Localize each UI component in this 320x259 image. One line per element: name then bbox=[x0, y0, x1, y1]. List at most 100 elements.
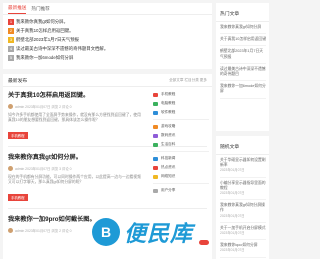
news-item[interactable]: 4 读过最美古诗中深深不遗憾的奇伟题目文档解。 bbox=[8, 44, 212, 53]
news-item-title[interactable]: 读过最美古诗中深深不遗憾的奇伟题目文档解。 bbox=[16, 44, 108, 53]
feed-title: 最新发布 bbox=[8, 78, 28, 84]
rank-badge: 2 bbox=[8, 27, 14, 34]
article-meta: admin 2023年01月07日 浏览 2 评论 0 bbox=[8, 104, 143, 109]
category-tag[interactable]: 手机教程 bbox=[8, 131, 28, 139]
hot-item[interactable]: 关于真我10怎样启用返回键 bbox=[220, 34, 266, 47]
news-item[interactable]: 2 关于真我10怎样启用返回键。 bbox=[8, 26, 212, 35]
random-item-title[interactable]: 关于华硕显示器如何设置刷新率 bbox=[220, 158, 266, 167]
article-excerpt: 现在的手机都有分屏功能，可以同时操作两个应用，以此提高一边与一边看视频又可以打字… bbox=[8, 175, 141, 185]
category-icon bbox=[153, 188, 158, 193]
hot-list: 我来教你真我gt如何分屏 关于真我10怎样启用返回键 鹤壁北部2023年1月7日… bbox=[216, 22, 269, 99]
category-label[interactable]: 网络知识 bbox=[161, 174, 175, 179]
random-item[interactable]: 小编分享显示器指导里面的教程 2023年01月07日 bbox=[220, 178, 266, 201]
news-item-title[interactable]: 关于真我10怎样启用返回键。 bbox=[16, 26, 74, 35]
category-label[interactable]: 科技新闻 bbox=[161, 156, 175, 161]
avatar bbox=[8, 166, 13, 171]
hot-item[interactable]: 我来教你真我gt如何分屏 bbox=[220, 22, 266, 35]
random-item-date: 2023年01月07日 bbox=[220, 168, 245, 173]
watermark: B 便民库 bbox=[92, 216, 193, 248]
article-excerpt: 如今许多手机都使用了全面屏手势来操作，就没有那么方便找到返回键了，使用真我10的… bbox=[8, 113, 141, 123]
random-item-title[interactable]: 小编分享显示器指导里面的教程 bbox=[220, 181, 266, 190]
watermark-text: 便民库 bbox=[124, 221, 194, 246]
news-tabs: 最新推送 热门推荐 bbox=[3, 3, 212, 15]
category-tag[interactable]: 手机教程 bbox=[8, 193, 28, 201]
category-icon bbox=[153, 156, 158, 161]
category-icon bbox=[153, 142, 158, 147]
random-item-title[interactable]: 我来教你iqoo如何分屏 bbox=[220, 243, 258, 247]
news-item[interactable]: 3 鹤壁北部2023年1月7日天气预报 bbox=[8, 35, 212, 44]
category-label[interactable]: 游戏攻略 bbox=[161, 124, 175, 129]
category-icon bbox=[153, 101, 158, 106]
article-meta-text: admin 2023年01月07日 浏览 2 评论 0 bbox=[15, 105, 72, 109]
divider bbox=[153, 119, 209, 120]
hot-item[interactable]: 读过最美古诗中深深不遗憾的奇伟题目 bbox=[220, 64, 266, 82]
feed-header: 最新发布 全部文章 栏目分类 更多 bbox=[3, 74, 212, 87]
category-icon bbox=[153, 92, 158, 97]
category-item[interactable]: 手机教程 bbox=[153, 90, 209, 99]
article-meta-text: admin 2023年01月07日 浏览 3 评论 0 bbox=[15, 167, 72, 171]
category-item[interactable]: 游戏攻略 bbox=[153, 122, 209, 131]
random-item-date: 2023年01月07日 bbox=[220, 248, 245, 253]
hot-title: 热门文章 bbox=[216, 3, 269, 22]
article-title[interactable]: 关于真我10怎样启用返回键。 bbox=[8, 92, 143, 100]
avatar bbox=[8, 104, 13, 109]
category-icon bbox=[153, 165, 158, 170]
hot-item[interactable]: 我来教你一加6mode如何分屏 bbox=[220, 81, 266, 99]
category-item[interactable]: 用户分享 bbox=[153, 186, 209, 195]
article-meta: admin 2023年01月07日 浏览 3 评论 0 bbox=[8, 166, 143, 171]
category-label[interactable]: 热点资讯 bbox=[161, 165, 175, 170]
article-card[interactable]: 我来教你真我gt如何分屏。 admin 2023年01月07日 浏览 3 评论 … bbox=[8, 154, 143, 204]
news-item-title[interactable]: 我来教你真我gt如何分屏。 bbox=[16, 17, 68, 26]
divider bbox=[153, 151, 209, 152]
category-item[interactable]: 数码资讯 bbox=[153, 131, 209, 140]
news-panel: 最新推送 热门推荐 1 我来教你真我gt如何分屏。 2 关于真我10怎样启用返回键。… bbox=[3, 3, 212, 69]
category-item[interactable]: 生活百科 bbox=[153, 140, 209, 149]
category-item[interactable]: 软件教程 bbox=[153, 108, 209, 117]
category-icon bbox=[153, 174, 158, 179]
random-item[interactable]: 关于一加手机开启分屏模式 2023年01月07日 bbox=[220, 223, 266, 241]
article-card[interactable]: 关于真我10怎样启用返回键。 admin 2023年01月07日 浏览 2 评论… bbox=[8, 92, 143, 142]
article-meta-text: admin 2023年01月07日 浏览 2 评论 0 bbox=[15, 229, 72, 233]
random-item-date: 2023年01月07日 bbox=[220, 213, 245, 218]
rank-badge: 4 bbox=[8, 45, 14, 52]
category-icon bbox=[153, 124, 158, 129]
news-item-title[interactable]: 我来教你一加6mode如何分屏 bbox=[16, 53, 73, 62]
random-title: 随机文章 bbox=[216, 136, 269, 155]
watermark-logo-letter: B bbox=[100, 224, 112, 240]
category-label[interactable]: 手机教程 bbox=[161, 92, 175, 97]
hot-item[interactable]: 鹤壁北部2023年1月7日天气预报 bbox=[220, 46, 266, 64]
category-label[interactable]: 数码资讯 bbox=[161, 133, 175, 138]
category-label[interactable]: 电脑教程 bbox=[161, 101, 175, 106]
news-item[interactable]: 1 我来教你真我gt如何分屏。 bbox=[8, 17, 212, 26]
tab-hot[interactable]: 热门推荐 bbox=[31, 6, 49, 14]
rank-badge: 5 bbox=[8, 54, 14, 61]
category-label[interactable]: 软件教程 bbox=[161, 110, 175, 115]
tab-latest[interactable]: 最新推送 bbox=[8, 5, 27, 14]
category-icon bbox=[153, 110, 158, 115]
category-item[interactable]: 电脑教程 bbox=[153, 99, 209, 108]
random-item-title[interactable]: 关于一加手机开启分屏模式 bbox=[220, 226, 266, 230]
category-label[interactable]: 用户分享 bbox=[161, 188, 175, 193]
category-item[interactable]: 科技新闻 bbox=[153, 154, 209, 163]
article-title[interactable]: 我来教你真我gt如何分屏。 bbox=[8, 154, 143, 162]
category-label[interactable]: 生活百科 bbox=[161, 142, 175, 147]
random-item-date: 2023年01月07日 bbox=[220, 231, 245, 236]
news-item[interactable]: 5 我来教你一加6mode如何分屏 bbox=[8, 53, 212, 62]
random-item[interactable]: 关于华硕显示器如何设置刷新率 2023年01月07日 bbox=[220, 155, 266, 178]
news-list: 1 我来教你真我gt如何分屏。 2 关于真我10怎样启用返回键。 3 鹤壁北部2023… bbox=[3, 15, 212, 62]
category-item[interactable]: 热点资讯 bbox=[153, 163, 209, 172]
random-item-date: 2023年01月07日 bbox=[220, 191, 245, 196]
random-item[interactable]: 我来教你iqoo如何分屏 2023年01月07日 bbox=[220, 240, 266, 258]
category-icon bbox=[153, 133, 158, 138]
toggle-switch[interactable] bbox=[199, 240, 209, 245]
category-menu: 手机教程 电脑教程 软件教程 游戏攻略 数码资讯 生活百科 科技新闻 热点资讯 … bbox=[153, 90, 209, 195]
avatar bbox=[8, 228, 13, 233]
random-list: 关于华硕显示器如何设置刷新率 2023年01月07日 小编分享显示器指导里面的教程… bbox=[216, 155, 269, 258]
feed-nav[interactable]: 全部文章 栏目分类 更多 bbox=[169, 78, 207, 83]
category-item[interactable]: 网络知识 bbox=[153, 172, 209, 181]
news-item-title[interactable]: 鹤壁北部2023年1月7日天气预报 bbox=[16, 35, 79, 44]
watermark-logo-icon: B bbox=[92, 218, 120, 246]
random-item-title[interactable]: 我来教你真我gt如何分屏操作 bbox=[220, 203, 265, 212]
hot-articles-panel: 热门文章 我来教你真我gt如何分屏 关于真我10怎样启用返回键 鹤壁北部2023… bbox=[216, 3, 269, 131]
random-item[interactable]: 我来教你真我gt如何分屏操作 2023年01月07日 bbox=[220, 200, 266, 223]
